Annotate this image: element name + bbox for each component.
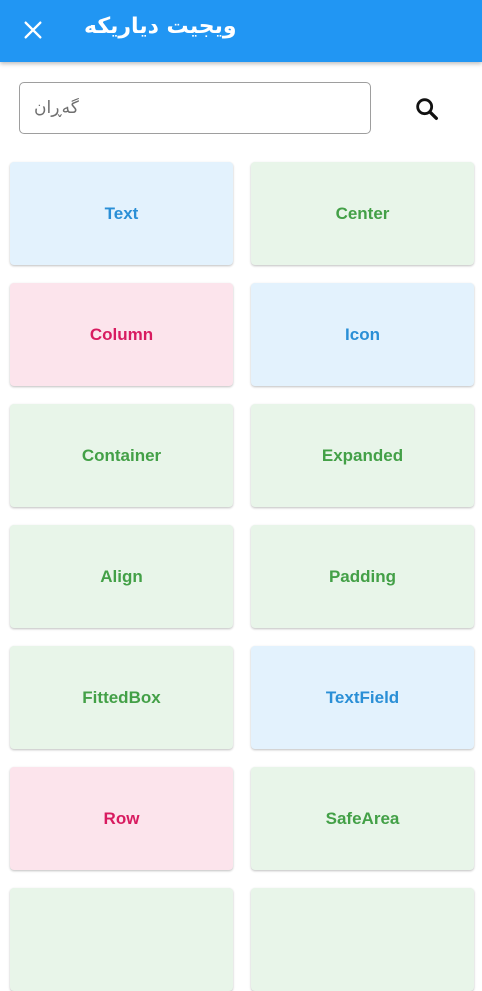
widget-card-label: Expanded bbox=[321, 445, 404, 465]
widget-card-label: Center bbox=[335, 203, 390, 223]
app-bar: ویجیت دیاریکە bbox=[0, 0, 482, 62]
widget-card[interactable] bbox=[10, 888, 233, 991]
widget-card[interactable]: Center bbox=[251, 162, 474, 265]
widget-card-label: Column bbox=[89, 324, 154, 344]
search-icon[interactable] bbox=[413, 95, 441, 123]
page-title: ویجیت دیاریکە bbox=[84, 14, 237, 39]
widget-card-label: Padding bbox=[328, 566, 397, 586]
widget-card[interactable]: Padding bbox=[251, 525, 474, 628]
widget-card-label: Container bbox=[81, 445, 162, 465]
widget-card-label: Text bbox=[104, 203, 139, 223]
close-icon[interactable] bbox=[22, 19, 44, 41]
widget-card-label: TextField bbox=[325, 687, 400, 707]
widget-card[interactable]: Expanded bbox=[251, 404, 474, 507]
widget-card-label: Align bbox=[100, 566, 143, 586]
search-input[interactable] bbox=[19, 82, 371, 134]
widget-card[interactable]: Row bbox=[10, 767, 233, 870]
widget-card[interactable]: Icon bbox=[251, 283, 474, 386]
widget-card-label: Row bbox=[103, 808, 140, 828]
widget-card[interactable] bbox=[251, 888, 474, 991]
widget-card-label: Icon bbox=[345, 324, 380, 344]
widget-card[interactable]: Container bbox=[10, 404, 233, 507]
widget-card[interactable]: SafeArea bbox=[251, 767, 474, 870]
widget-card[interactable]: Text bbox=[10, 162, 233, 265]
widget-card-label: FittedBox bbox=[82, 687, 161, 707]
widget-card[interactable]: TextField bbox=[251, 646, 474, 749]
widget-card[interactable]: Column bbox=[10, 283, 233, 386]
widget-grid: Text Center Column Icon Container Expanded Ali… bbox=[10, 162, 474, 991]
widget-card[interactable]: FittedBox bbox=[10, 646, 233, 749]
widget-card-label: SafeArea bbox=[325, 808, 400, 828]
widget-card[interactable]: Align bbox=[10, 525, 233, 628]
